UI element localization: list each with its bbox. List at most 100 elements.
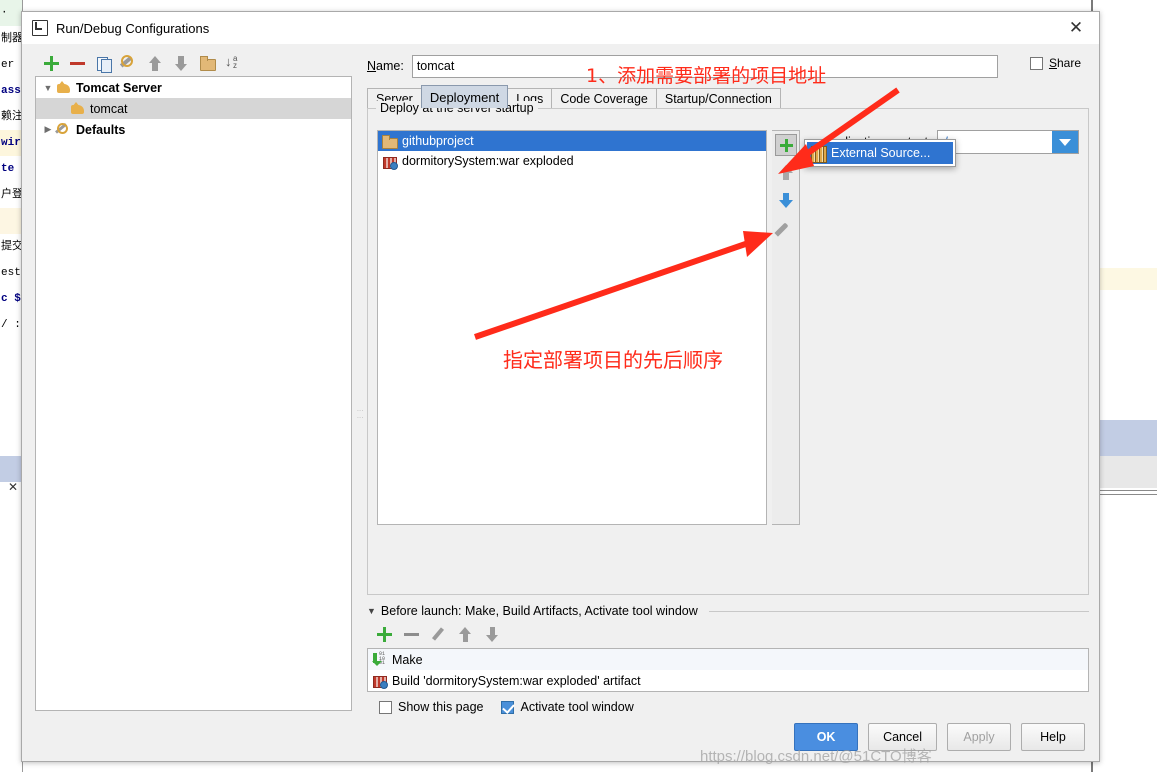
bg-line: wir [0,130,22,156]
plus-icon[interactable] [377,626,392,642]
tab-deployment[interactable]: Deployment [420,85,509,108]
artifact-icon [382,154,398,170]
plus-icon[interactable] [774,134,797,156]
dialog-body: ↓ a z ▼ Tomcat Server tomcat ▶ Defaults … [22,44,1099,761]
tree-item-tomcat-server[interactable]: ▼ Tomcat Server [36,77,351,98]
deployment-row-githubproject[interactable]: githubproject [378,131,766,151]
application-context-combobox[interactable]: / [937,130,1079,154]
chevron-down-icon[interactable] [1052,131,1078,153]
bg-rule [1095,494,1157,495]
bg-line: est [1,267,21,279]
close-icon[interactable]: ✕ [1053,12,1099,44]
bg-line: te [1,163,15,175]
share-checkbox-box[interactable] [1029,56,1043,70]
bg-line: ass [1,85,21,97]
bg-line: / : [1,319,21,331]
deployment-row-dormitorysystem[interactable]: dormitorySystem:war exploded [378,151,766,171]
dialog-titlebar: Run/Debug Configurations ✕ [22,12,1099,44]
bg-highlight-band [1095,268,1157,290]
minus-icon[interactable] [404,627,419,642]
tomcat-icon [70,101,86,117]
bg-line: · [0,0,22,26]
cancel-button[interactable]: Cancel [868,723,937,751]
pencil-icon[interactable] [775,218,797,240]
tab-code-coverage[interactable]: Code Coverage [551,88,657,108]
wrench-icon[interactable] [121,54,138,72]
tree-item-label: tomcat [90,101,128,116]
arrow-up-icon[interactable] [775,162,797,184]
pencil-icon[interactable] [431,627,446,642]
dialog-button-bar: OK Cancel Apply Help [794,723,1085,751]
chevron-right-icon[interactable]: ▶ [40,124,56,135]
task-row-label: Make [392,652,423,667]
before-launch-options: Show this page Activate tool window [367,700,1089,714]
name-input[interactable] [411,54,998,78]
tomcat-icon [56,80,72,96]
configurations-toolbar: ↓ a z [35,50,352,76]
task-row-make[interactable]: 01 10 01 Make [368,649,1088,670]
configurations-left-pane: ↓ a z ▼ Tomcat Server tomcat ▶ Defaults [35,50,352,711]
arrow-up-icon[interactable] [147,55,164,72]
tree-item-tomcat[interactable]: tomcat [36,98,351,119]
wrench-icon [56,122,72,138]
ok-button[interactable]: OK [794,723,859,751]
arrow-down-icon[interactable] [173,55,190,72]
menu-item-label: External Source... [831,146,931,160]
bg-rule [1095,490,1157,491]
chevron-down-icon[interactable]: ▼ [367,606,376,616]
share-checkbox[interactable]: Share [1029,56,1081,70]
bg-status-band [1095,456,1157,488]
show-this-page-label: Show this page [398,700,484,714]
configurations-tree[interactable]: ▼ Tomcat Server tomcat ▶ Defaults [35,76,352,711]
artifact-icon [372,673,388,689]
chevron-down-icon[interactable]: ▼ [40,83,56,93]
arrow-down-icon[interactable] [485,626,500,642]
name-row: Name: [367,54,1089,78]
task-row-build-artifact[interactable]: Build 'dormitorySystem:war exploded' art… [368,670,1088,691]
bg-line: 户登 [1,189,22,201]
folder-icon[interactable] [199,55,216,72]
configuration-tabs: Server Deployment Logs Code Coverage Sta… [367,85,781,108]
copy-icon[interactable] [95,55,112,73]
tree-item-label: Tomcat Server [76,80,162,95]
show-this-page-checkbox-box[interactable] [379,700,392,714]
plus-icon[interactable] [43,55,60,72]
sort-az-icon[interactable]: ↓ a z [225,54,242,72]
bg-line: 赖注 [1,111,22,123]
minus-icon[interactable] [69,55,86,72]
background-tab [0,456,22,482]
tree-item-label: Defaults [76,122,126,137]
task-row-label: Build 'dormitorySystem:war exploded' art… [392,673,641,688]
before-launch-title-row: ▼ Before launch: Make, Build Artifacts, … [367,604,1089,618]
activate-tool-window-label: Activate tool window [520,700,634,714]
deployment-row-label: dormitorySystem:war exploded [402,154,574,168]
deployment-row-label: githubproject [402,134,474,148]
before-launch-title: Before launch: Make, Build Artifacts, Ac… [380,604,698,618]
deployment-list-toolbar [772,130,800,525]
pane-splitter[interactable]: ⋮⋮ [354,384,364,444]
arrow-up-icon[interactable] [458,626,473,642]
before-launch-task-list[interactable]: 01 10 01 Make Build 'dormitorySystem:war e… [367,648,1089,692]
intellij-idea-icon [32,20,48,36]
apply-button: Apply [947,723,1011,751]
tree-item-defaults[interactable]: ▶ Defaults [36,119,351,140]
show-this-page-checkbox[interactable]: Show this page [379,700,483,714]
deploy-group: Deploy at the server startup githubproje… [367,101,1089,595]
bg-line: er [1,59,15,71]
external-source-icon [811,145,827,163]
run-debug-configurations-dialog: Run/Debug Configurations ✕ ↓ a z ▼ Tomca… [21,11,1100,762]
add-deployment-popup[interactable]: External Source... [804,139,956,167]
background-editor-text: · 制器 er ass 赖注 wir te 户登 提交 est c $ / : [0,0,22,772]
configuration-detail-pane: Name: Share Server Deployment Logs Code … [367,44,1089,714]
menu-item-external-source[interactable]: External Source... [807,142,953,164]
before-launch-section: ▼ Before launch: Make, Build Artifacts, … [367,604,1089,734]
activate-tool-window-checkbox[interactable]: Activate tool window [501,700,634,714]
help-button[interactable]: Help [1021,723,1085,751]
before-launch-toolbar [367,622,1089,646]
activate-tool-window-checkbox-box[interactable] [501,700,515,714]
make-icon: 01 10 01 [372,652,387,667]
bg-selection-band [1095,420,1157,456]
deployment-list[interactable]: githubproject dormitorySystem:war explod… [377,130,767,525]
tab-startup-connection[interactable]: Startup/Connection [655,88,781,108]
arrow-down-icon[interactable] [775,190,797,212]
